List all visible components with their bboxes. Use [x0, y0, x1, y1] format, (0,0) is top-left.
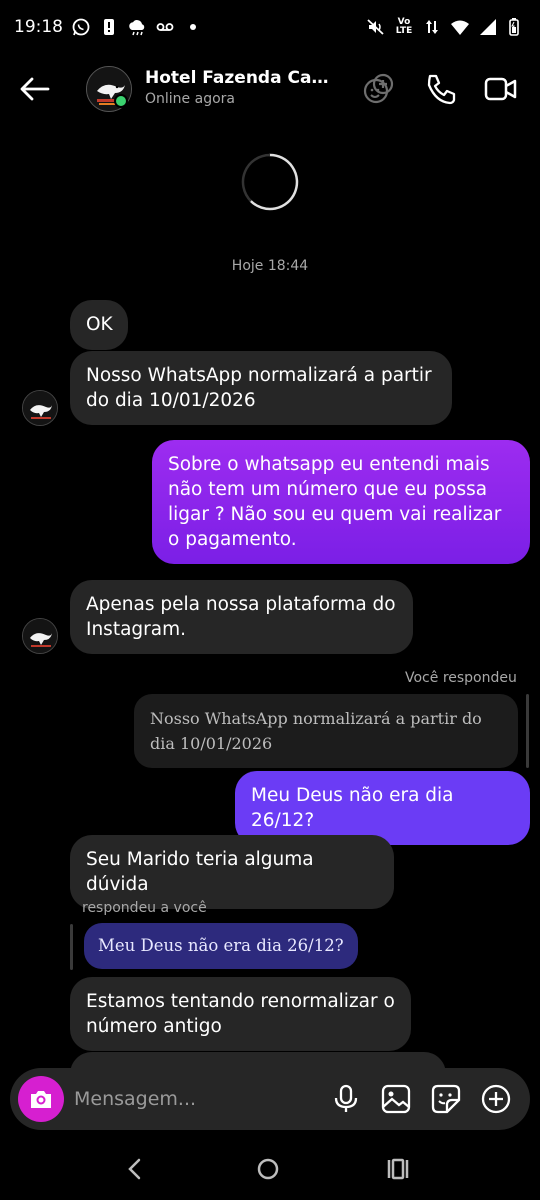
status-bar: 19:18 Vo LTE [0, 0, 540, 54]
message-text: Apenas pela nossa plataforma do Instagra… [86, 594, 396, 640]
dot-icon [183, 17, 203, 37]
effects-icon[interactable] [362, 72, 396, 106]
data-arrows-icon [422, 17, 442, 37]
clock: 19:18 [14, 17, 63, 37]
nav-back-icon[interactable] [120, 1154, 150, 1184]
incoming-message[interactable]: Apenas pela nossa plataforma do Instagra… [70, 580, 413, 654]
outgoing-message[interactable]: Sobre o whatsapp eu entendi mais não tem… [152, 440, 530, 564]
incoming-message[interactable]: OK [70, 300, 128, 350]
sticker-icon[interactable] [430, 1083, 462, 1115]
whatsapp-icon [71, 17, 91, 37]
reply-label: respondeu a você [82, 900, 207, 916]
incoming-message[interactable]: Seu Marido teria alguma dúvida [70, 835, 394, 909]
conversation-timestamp: Hoje 18:44 [231, 258, 309, 274]
reply-label: Você respondeu [405, 670, 517, 686]
quoted-message[interactable]: Meu Deus não era dia 26/12? [84, 923, 358, 969]
contact-status: Online agora [145, 91, 235, 107]
microphone-icon[interactable] [330, 1083, 362, 1115]
video-call-icon[interactable] [484, 72, 518, 106]
chat-header: Hotel Fazenda Canár… Online agora [0, 56, 540, 122]
quoted-text: Meu Deus não era dia 26/12? [98, 936, 344, 955]
contact-info[interactable]: Hotel Fazenda Canár… Online agora [145, 68, 340, 107]
outgoing-message[interactable]: Meu Deus não era dia 26/12? [235, 771, 530, 845]
volte-bottom-label: LTE [395, 26, 413, 36]
system-nav-bar [0, 1140, 540, 1200]
phone-icon[interactable] [424, 72, 458, 106]
wifi-icon [450, 17, 470, 37]
reply-bar [70, 924, 73, 970]
plus-icon[interactable] [480, 1083, 512, 1115]
online-indicator [114, 94, 128, 108]
message-text: Estamos tentando renormalizar o número a… [86, 991, 395, 1037]
message-text: OK [86, 314, 113, 335]
camera-icon [31, 1091, 51, 1108]
contact-name: Hotel Fazenda Canár… [145, 68, 340, 88]
voicemail-icon [155, 17, 175, 37]
back-arrow-icon[interactable] [18, 72, 52, 106]
sender-avatar[interactable] [22, 618, 58, 654]
sender-avatar[interactable] [22, 390, 58, 426]
nav-recents-icon[interactable] [383, 1154, 413, 1184]
nav-home-icon[interactable] [253, 1154, 283, 1184]
quoted-text: Nosso WhatsApp normalizará a partir do d… [150, 709, 482, 753]
battery-icon [506, 17, 526, 37]
mute-icon [366, 17, 386, 37]
volte-icon: Vo LTE [394, 17, 414, 37]
message-text: Meu Deus não era dia 26/12? [251, 785, 454, 831]
alert-icon [99, 17, 119, 37]
camera-button[interactable] [18, 1076, 64, 1122]
message-composer [10, 1068, 530, 1130]
message-input[interactable] [74, 1085, 314, 1113]
message-text: Seu Marido teria alguma dúvida [86, 849, 314, 895]
message-text: Nosso WhatsApp normalizará a partir do d… [86, 365, 432, 411]
loading-spinner-icon [241, 153, 299, 211]
incoming-message[interactable]: Estamos tentando renormalizar o número a… [70, 977, 411, 1051]
quoted-message[interactable]: Nosso WhatsApp normalizará a partir do d… [134, 694, 518, 768]
weather-icon [127, 17, 147, 37]
reply-bar [526, 694, 529, 768]
message-text: Sobre o whatsapp eu entendi mais não tem… [168, 454, 502, 550]
signal-icon [478, 17, 498, 37]
gallery-icon[interactable] [380, 1083, 412, 1115]
incoming-message[interactable]: Nosso WhatsApp normalizará a partir do d… [70, 351, 452, 425]
